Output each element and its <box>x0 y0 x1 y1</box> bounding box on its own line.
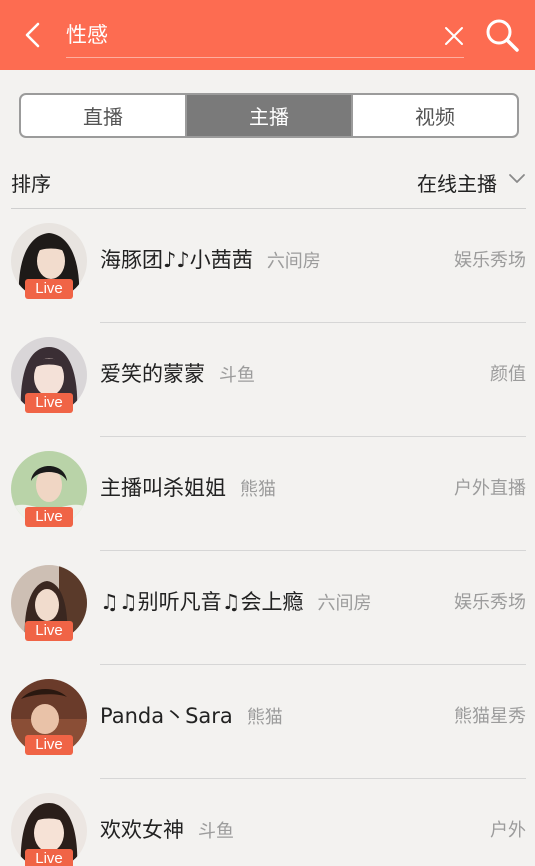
search-input[interactable]: 性感 <box>66 20 108 50</box>
tab-live[interactable]: 直播 <box>21 95 185 136</box>
search-underline <box>66 57 464 58</box>
streamer-platform: 熊猫 <box>240 479 276 500</box>
avatar: Live <box>11 793 87 866</box>
live-badge: Live <box>25 507 73 527</box>
tab-streamers[interactable]: 主播 <box>185 95 351 136</box>
search-icon[interactable] <box>483 16 521 54</box>
streamer-name: 欢欢女神 <box>100 818 184 842</box>
streamer-platform: 六间房 <box>266 251 321 272</box>
list-item[interactable]: Live 海豚团♪♪小茜茜 六间房 娱乐秀场 <box>0 209 535 323</box>
streamer-category: 颜值 <box>490 364 526 385</box>
streamer-list: Live 海豚团♪♪小茜茜六间房 娱乐秀场 Live 爱笑的蒙蒙斗鱼 颜值 <box>0 209 535 866</box>
avatar: Live <box>11 337 87 413</box>
sort-row: 排序 在线主播 <box>0 160 535 206</box>
avatar: Live <box>11 223 87 299</box>
back-arrow-icon[interactable] <box>20 18 48 52</box>
streamer-category: 娱乐秀场 <box>454 250 526 271</box>
streamer-name: ♫♫别听凡音♫会上瘾 <box>100 590 304 614</box>
streamer-name: Panda丶Sara <box>100 704 233 728</box>
streamer-category: 熊猫星秀 <box>454 706 526 727</box>
avatar: Live <box>11 565 87 641</box>
streamer-category: 娱乐秀场 <box>454 592 526 613</box>
filter-dropdown[interactable]: 在线主播 <box>417 168 497 197</box>
list-item[interactable]: Live 主播叫杀姐姐 熊猫 户外直播 <box>0 437 535 551</box>
streamer-name: 主播叫杀姐姐 <box>100 476 226 500</box>
live-badge: Live <box>25 849 73 866</box>
streamer-platform: 斗鱼 <box>198 821 234 842</box>
streamer-category: 户外直播 <box>454 478 526 499</box>
segmented-tabs: 直播 主播 视频 <box>19 93 519 138</box>
clear-icon[interactable] <box>441 23 467 49</box>
live-badge: Live <box>25 279 73 299</box>
streamer-platform: 斗鱼 <box>219 365 255 386</box>
list-item[interactable]: Live Panda丶Sara 熊猫 熊猫星秀 <box>0 665 535 779</box>
list-item[interactable]: Live ♫♫别听凡音♫会上瘾 六间房 娱乐秀场 <box>0 551 535 665</box>
avatar: Live <box>11 451 87 527</box>
streamer-category: 户外 <box>490 820 526 841</box>
avatar: Live <box>11 679 87 755</box>
live-badge: Live <box>25 735 73 755</box>
chevron-down-icon[interactable] <box>508 172 526 186</box>
streamer-platform: 六间房 <box>317 593 372 614</box>
list-item[interactable]: Live 爱笑的蒙蒙 斗鱼 颜值 <box>0 323 535 437</box>
sort-label: 排序 <box>11 172 51 196</box>
tab-videos[interactable]: 视频 <box>351 95 517 136</box>
list-item[interactable]: Live 欢欢女神 斗鱼 户外 <box>0 779 535 866</box>
streamer-name: 爱笑的蒙蒙 <box>100 362 205 386</box>
streamer-name: 海豚团♪♪小茜茜 <box>100 248 253 272</box>
live-badge: Live <box>25 621 73 641</box>
live-badge: Live <box>25 393 73 413</box>
search-header: 性感 <box>0 0 535 70</box>
streamer-platform: 熊猫 <box>246 707 283 728</box>
